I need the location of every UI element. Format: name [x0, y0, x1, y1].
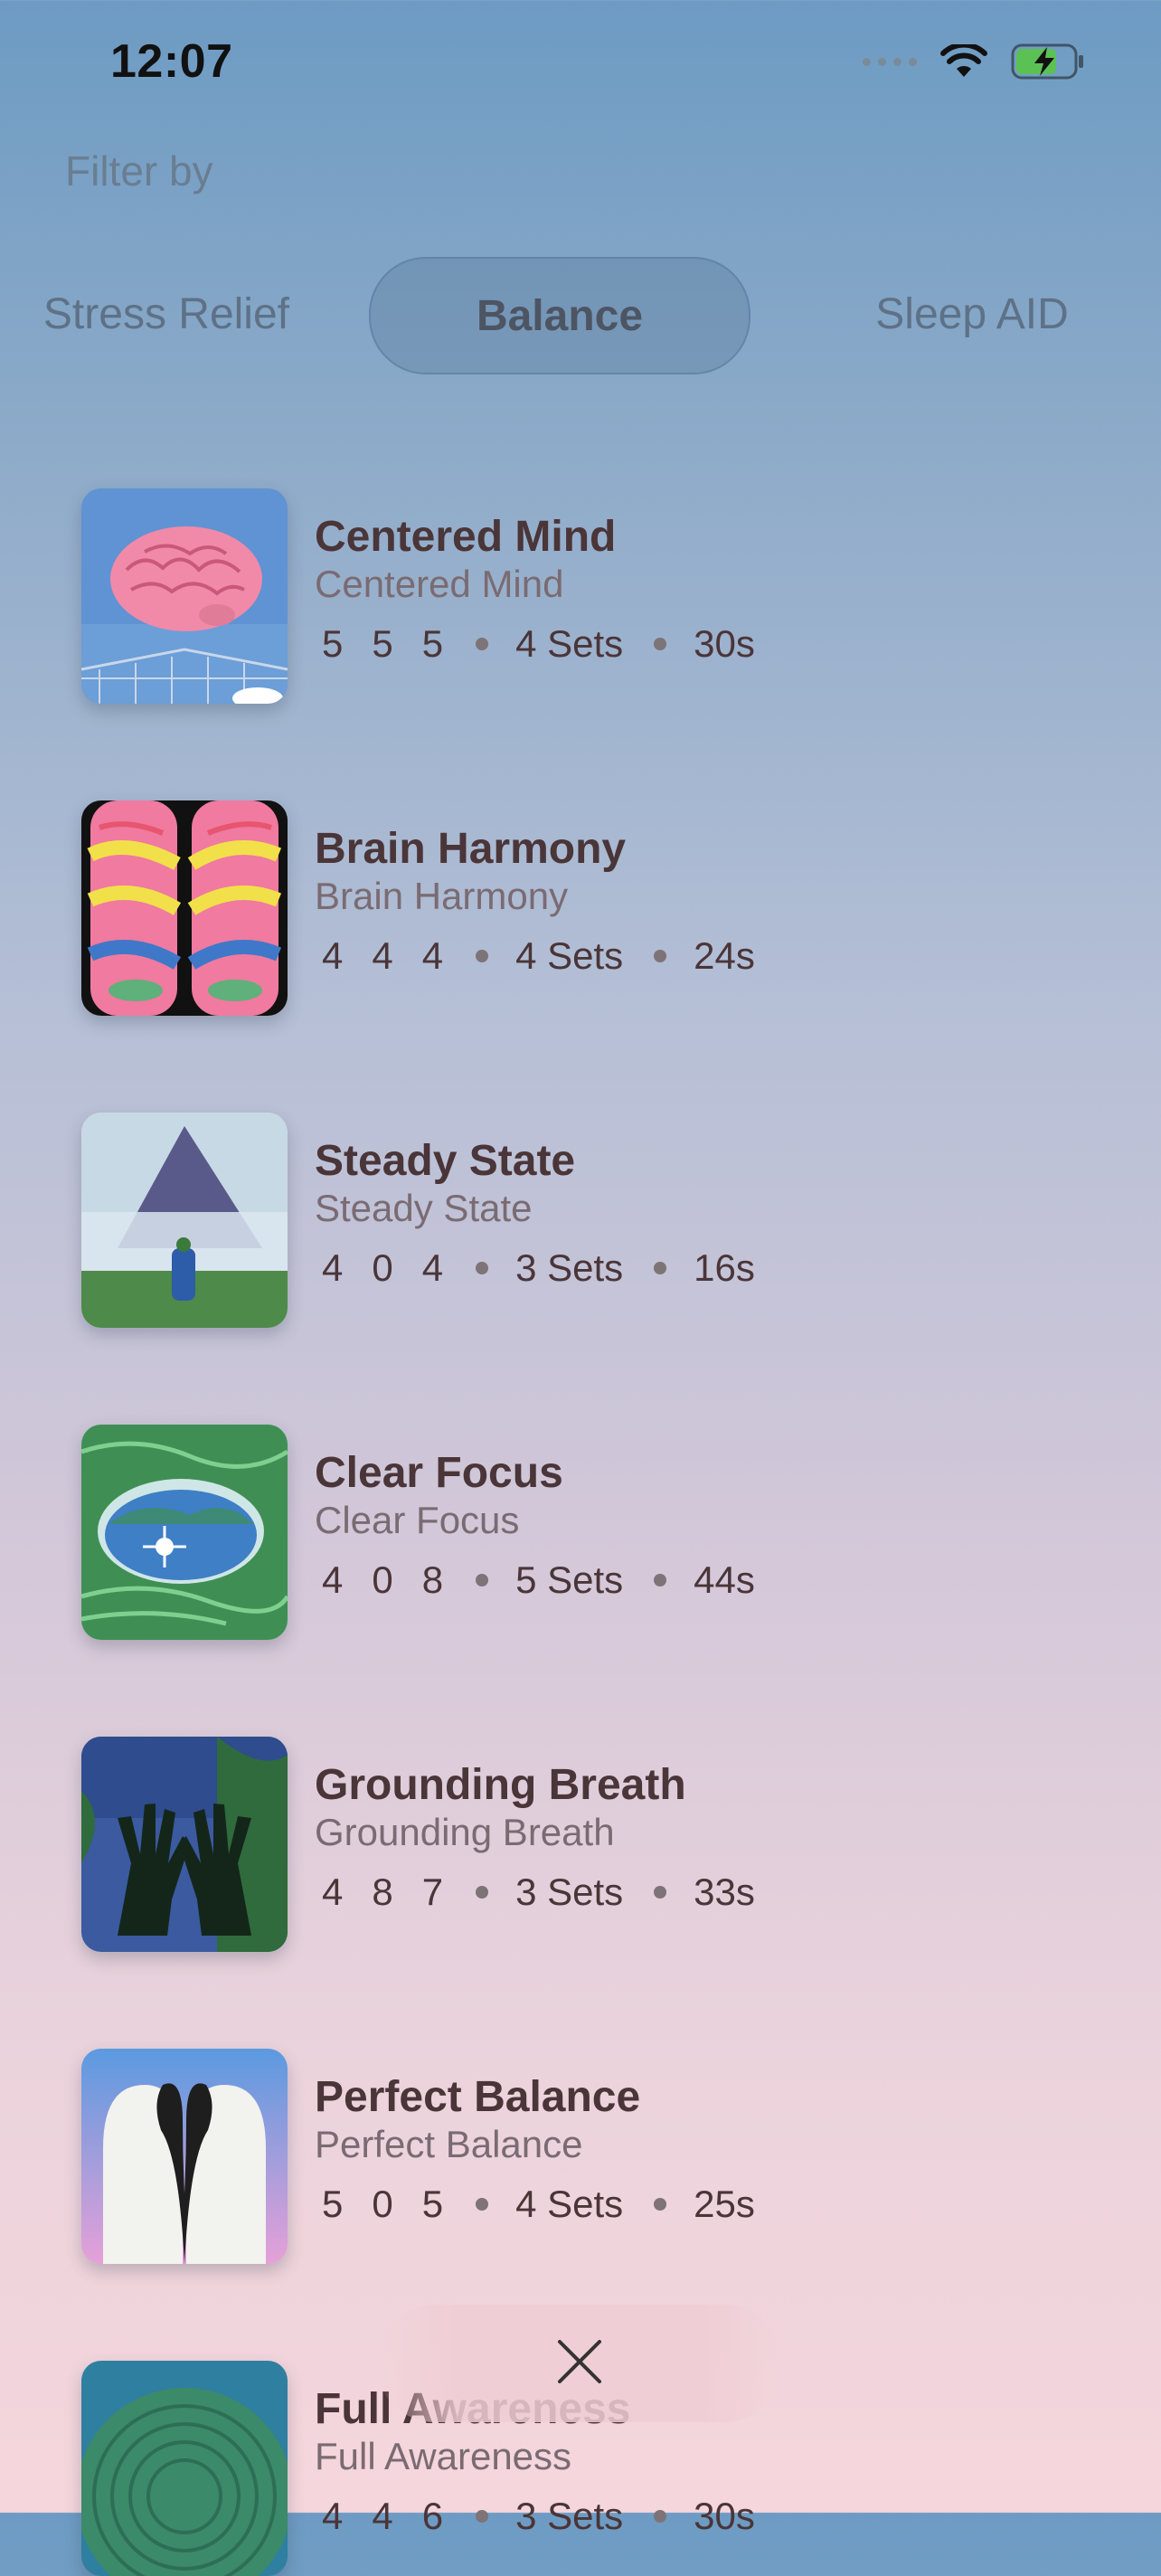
status-time: 12:07 [110, 35, 233, 88]
separator-dot [476, 2510, 489, 2523]
filter-tabs: Stress Relief Balance Sleep AID [0, 257, 1161, 374]
pattern-inhale: 4 [322, 1870, 344, 1913]
pattern-exhale: 4 [421, 1246, 444, 1289]
close-button[interactable] [376, 2305, 783, 2422]
separator-dot [654, 1574, 667, 1586]
pattern-exhale: 8 [421, 1558, 444, 1601]
separator-dot [654, 1886, 667, 1899]
separator-dot [654, 950, 667, 962]
pattern-inhale: 4 [322, 1558, 344, 1601]
pattern-exhale: 5 [421, 622, 444, 665]
session-sets: 4 Sets [515, 934, 624, 977]
session-meta: 5 5 5 4 Sets 30s [322, 622, 755, 666]
pattern-inhale: 4 [322, 1246, 344, 1289]
filter-label: Filter by [65, 147, 213, 194]
session-thumbnail-silhouettes [81, 2049, 288, 2264]
session-title: Centered Mind [315, 513, 617, 561]
pattern-hold: 0 [372, 1246, 393, 1289]
close-icon [556, 2338, 603, 2390]
session-subtitle: Centered Mind [315, 563, 564, 605]
session-meta: 4 4 4 4 Sets 24s [322, 934, 755, 978]
pattern-hold: 8 [372, 1870, 393, 1913]
session-thumbnail-mountain [81, 1113, 288, 1328]
session-title: Steady State [315, 1137, 576, 1185]
pattern-inhale: 5 [322, 622, 344, 665]
separator-dot [476, 1262, 489, 1274]
session-item[interactable]: Grounding Breath Grounding Breath 4 8 7 … [81, 1735, 1076, 1952]
session-sets: 5 Sets [515, 1558, 624, 1601]
session-duration: 33s [694, 1870, 755, 1913]
pattern-inhale: 5 [322, 2183, 344, 2225]
pattern-exhale: 6 [421, 2495, 444, 2537]
separator-dot [654, 2510, 667, 2523]
session-item[interactable]: Clear Focus Clear Focus 4 0 8 5 Sets 44s [81, 1423, 1076, 1640]
session-meta: 4 4 6 3 Sets 30s [322, 2495, 755, 2538]
tab-sleep-aid[interactable]: Sleep AID [841, 257, 1103, 371]
session-meta: 4 0 4 3 Sets 16s [322, 1246, 755, 1290]
pattern-hold: 0 [372, 2183, 393, 2225]
separator-dot [654, 2198, 667, 2211]
session-thumbnail-hands [81, 1737, 288, 1952]
pattern-exhale: 7 [421, 1870, 444, 1913]
session-duration: 25s [694, 2183, 755, 2225]
session-subtitle: Brain Harmony [315, 875, 569, 917]
separator-dot [476, 1574, 489, 1586]
session-item[interactable]: Perfect Balance Perfect Balance 5 0 5 4 … [81, 2047, 1076, 2264]
session-subtitle: Steady State [315, 1187, 533, 1229]
pattern-inhale: 4 [322, 934, 344, 977]
battery-charging-icon [1011, 43, 1085, 80]
pattern-hold: 4 [372, 934, 393, 977]
separator-dot [654, 1262, 667, 1274]
separator-dot [476, 1886, 489, 1899]
session-duration: 16s [694, 1246, 755, 1289]
session-sets: 3 Sets [515, 1870, 624, 1913]
session-sets: 3 Sets [515, 2495, 624, 2537]
session-thumbnail-brain [81, 488, 288, 704]
session-meta: 5 0 5 4 Sets 25s [322, 2183, 755, 2226]
session-subtitle: Full Awareness [315, 2435, 572, 2477]
session-sets: 4 Sets [515, 2183, 624, 2225]
session-title: Brain Harmony [315, 825, 627, 873]
pattern-hold: 5 [372, 622, 393, 665]
session-title: Perfect Balance [315, 2073, 641, 2121]
session-title: Clear Focus [315, 1449, 563, 1497]
session-sets: 4 Sets [515, 622, 624, 665]
cellular-icon [863, 57, 917, 66]
session-subtitle: Clear Focus [315, 1499, 520, 1541]
session-item[interactable]: Steady State Steady State 4 0 4 3 Sets 1… [81, 1111, 1076, 1328]
session-title: Grounding Breath [315, 1761, 686, 1809]
tab-balance[interactable]: Balance [369, 257, 750, 374]
session-thumbnail-brain-pattern [81, 800, 288, 1016]
status-bar: 12:07 [0, 0, 1161, 131]
separator-dot [476, 638, 489, 650]
separator-dot [654, 638, 667, 650]
separator-dot [476, 950, 489, 962]
pattern-inhale: 4 [322, 2495, 344, 2537]
pattern-hold: 0 [372, 1558, 393, 1601]
separator-dot [476, 2198, 489, 2211]
pattern-exhale: 4 [421, 934, 444, 977]
wifi-icon [940, 44, 987, 79]
tab-stress-relief[interactable]: Stress Relief [0, 257, 289, 371]
status-icons [863, 43, 1085, 80]
session-duration: 44s [694, 1558, 755, 1601]
session-thumbnail-rings [81, 2361, 288, 2576]
session-duration: 24s [694, 934, 755, 977]
session-duration: 30s [694, 622, 755, 665]
pattern-hold: 4 [372, 2495, 393, 2537]
pattern-exhale: 5 [421, 2183, 444, 2225]
session-item[interactable]: Brain Harmony Brain Harmony 4 4 4 4 Sets… [81, 799, 1076, 1016]
session-subtitle: Perfect Balance [315, 2123, 583, 2165]
session-item[interactable]: Centered Mind Centered Mind 5 5 5 4 Sets… [81, 487, 1076, 704]
session-duration: 30s [694, 2495, 755, 2537]
session-subtitle: Grounding Breath [315, 1811, 615, 1853]
session-sets: 3 Sets [515, 1246, 624, 1289]
session-thumbnail-pond [81, 1425, 288, 1640]
session-meta: 4 8 7 3 Sets 33s [322, 1870, 755, 1914]
session-meta: 4 0 8 5 Sets 44s [322, 1558, 755, 1602]
